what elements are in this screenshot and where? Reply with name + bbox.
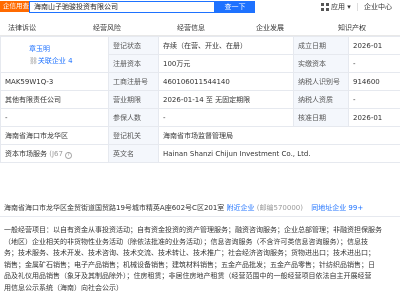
credit-code-value: MAK59W1Q-3: [0, 72, 109, 91]
authority-value: 海南省市场监督管理局: [158, 126, 400, 145]
nearby-companies-link[interactable]: 附近企业: [227, 204, 255, 212]
scope-line: 销售；金属矿石销售；电子产品销售；机械设备销售；建筑材料销售；五金产品批发；五金…: [4, 260, 375, 269]
approved-value: 2026-01: [348, 108, 400, 127]
address-text: 海南省海口市龙华区金贸街道国贸路19号城市精英A座602号C区201室: [4, 204, 225, 212]
postal-code: (邮编570000): [256, 204, 303, 212]
insured-dash: -: [0, 108, 109, 127]
help-icon[interactable]: ?: [64, 151, 72, 159]
business-info-table: 章玉明 ⛓关联企业 4 登记状态 存续（在营、开业、在册） 成立日期 2026-…: [0, 36, 400, 163]
taxpayer-qual-label: 纳税人资质: [293, 90, 349, 109]
tab-legal[interactable]: 法律诉讼: [8, 24, 36, 33]
tab-operations[interactable]: 经营信息: [177, 24, 205, 33]
period-value: 2026-01-14 至 无固定期限: [158, 90, 294, 109]
taxpayer-id-label: 纳税人识别号: [293, 72, 349, 91]
reg-no-value: 460106011544140: [158, 72, 294, 91]
divider: [357, 3, 358, 11]
period-label: 营业期限: [108, 90, 159, 109]
legal-rep-name[interactable]: 章玉明: [5, 44, 104, 54]
approved-label: 核准日期: [293, 108, 349, 127]
industry-label: 资本市场服务: [5, 149, 47, 158]
legal-rep-cell: 章玉明 ⛓关联企业 4: [0, 36, 109, 73]
reg-status-label: 登记状态: [108, 36, 159, 55]
insured-label: 参保人数: [108, 108, 159, 127]
scope-line: 一般经营项目：以自有资金从事投资活动；自有资金投资的资产管理服务；融资咨询服务；…: [4, 226, 382, 234]
industry-code: (J67: [49, 149, 63, 158]
paid-capital-value: -: [348, 54, 400, 73]
link-icon: ⛓: [29, 56, 38, 65]
company-type-value: 其他有限责任公司: [0, 90, 109, 109]
scope-line: 用信息公示系统（海南）向社会公示）: [4, 283, 123, 292]
address-row: 海南省海口市龙华区金贸街道国贸路19号城市精英A座602号C区201室 附近企业…: [0, 199, 400, 217]
reg-capital-value: 100万元: [158, 54, 294, 73]
search-input[interactable]: 海南山子驰骏投资有限公司: [29, 1, 215, 13]
taxpayer-qual-value: -: [348, 90, 400, 109]
tab-development[interactable]: 企业发展: [256, 24, 284, 33]
founded-label: 成立日期: [293, 36, 349, 55]
chevron-down-icon: ▾: [347, 3, 351, 11]
scope-line: 品及礼仪用品销售（象牙及其制品除外）；住房租赁；非居住房地产租赁（经营范围中的一…: [4, 272, 372, 280]
english-name-value: Hainan Shanzi Chijun Investment Co., Ltd…: [158, 144, 400, 163]
scope-line: 务；技术服务、技术开发、技术咨询、技术交流、技术转让、技术推广；社会经济咨询服务…: [4, 249, 375, 257]
reg-capital-label: 注册资本: [108, 54, 159, 73]
reg-status-value: 存续（在营、开业、在册）: [158, 36, 294, 55]
app-menu-button[interactable]: 应用 ▾: [331, 2, 351, 12]
tab-risk[interactable]: 经营风险: [93, 24, 121, 33]
table-row: 其他有限责任公司 营业期限 2026-01-14 至 无固定期限 纳税人资质 -: [0, 90, 400, 109]
insured-value: -: [158, 108, 294, 127]
table-row: 资本市场服务 (J67? 英文名 Hainan Shanzi Chijun In…: [0, 144, 400, 163]
related-companies-link[interactable]: 关联企业 4: [38, 57, 73, 65]
reg-no-label: 工商注册号: [108, 72, 159, 91]
search-button[interactable]: 查一下: [215, 1, 255, 13]
tab-bar: 法律诉讼 经营风险 经营信息 企业发展 知识产权: [0, 20, 400, 36]
app-label: 应用: [331, 3, 345, 11]
founded-value: 2026-01: [348, 36, 400, 55]
same-address-link[interactable]: 同地址企业 99+: [311, 204, 363, 212]
business-scope: 一般经营项目：以自有资金从事投资活动；自有资金投资的资产管理服务；融资咨询服务；…: [4, 225, 398, 294]
industry-cell: 资本市场服务 (J67?: [0, 144, 109, 163]
region-value: 海南省海口市龙华区: [0, 126, 109, 145]
top-search-bar: 企信用查询 海南山子驰骏投资有限公司 查一下 应用 ▾ 企业中心: [0, 0, 400, 16]
table-row: MAK59W1Q-3 工商注册号 460106011544140 纳税人识别号 …: [0, 72, 400, 91]
table-row: - 参保人数 - 核准日期 2026-01: [0, 108, 400, 127]
english-name-label: 英文名: [108, 144, 159, 163]
authority-label: 登记机关: [108, 126, 159, 145]
enterprise-center-link[interactable]: 企业中心: [364, 2, 392, 12]
scope-line: （地区）企业相关的非货物性业务活动（除依法批准的业务活动）；信息咨询服务（不含许…: [4, 237, 368, 246]
grid-icon[interactable]: [320, 2, 330, 12]
table-row: 章玉明 ⛓关联企业 4 登记状态 存续（在营、开业、在册） 成立日期 2026-…: [0, 36, 400, 73]
paid-capital-label: 实缴资本: [293, 54, 349, 73]
table-row: 海南省海口市龙华区 登记机关 海南省市场监督管理局: [0, 126, 400, 145]
tab-ip[interactable]: 知识产权: [338, 24, 366, 33]
taxpayer-id-value: 914600: [348, 72, 400, 91]
